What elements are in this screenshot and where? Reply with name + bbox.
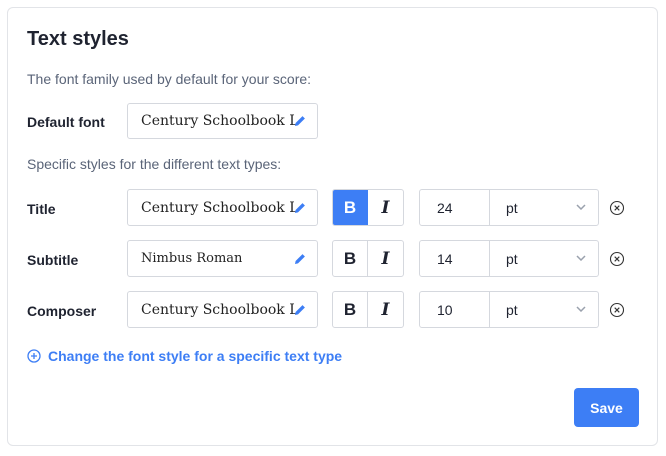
bold-italic-group: B I: [332, 189, 404, 226]
bold-toggle[interactable]: B: [333, 241, 369, 276]
bold-toggle[interactable]: B: [333, 292, 369, 327]
bold-italic-group: B I: [332, 240, 404, 277]
default-font-value: Century Schoolbook L: [141, 113, 299, 129]
remove-circle-icon[interactable]: [609, 302, 625, 318]
plus-circle-icon: [27, 349, 41, 363]
font-size-control: 14 pt: [419, 240, 599, 277]
unit-value: pt: [506, 301, 518, 318]
italic-toggle[interactable]: I: [368, 292, 403, 327]
font-size-control: 24 pt: [419, 189, 599, 226]
unit-select[interactable]: pt: [490, 190, 598, 225]
unit-value: pt: [506, 199, 518, 216]
row-label: Composer: [27, 303, 97, 319]
font-value: Century Schoolbook L: [141, 199, 299, 216]
chevron-down-icon: [576, 204, 586, 210]
font-size-control: 10 pt: [419, 291, 599, 328]
remove-circle-icon[interactable]: [609, 200, 625, 216]
change-font-style-label: Change the font style for a specific tex…: [48, 348, 343, 364]
default-font-picker[interactable]: Century Schoolbook L: [127, 103, 318, 139]
font-picker[interactable]: Nimbus Roman: [127, 240, 318, 277]
italic-toggle[interactable]: I: [368, 241, 403, 276]
row-label: Subtitle: [27, 252, 79, 268]
row-label: Title: [27, 201, 56, 217]
font-size-input[interactable]: 24: [420, 190, 490, 225]
chevron-down-icon: [576, 306, 586, 312]
pencil-icon[interactable]: [293, 252, 307, 266]
pencil-icon[interactable]: [293, 201, 307, 215]
bold-toggle[interactable]: B: [333, 190, 369, 225]
chevron-down-icon: [576, 255, 586, 261]
page-title: Text styles: [27, 28, 129, 50]
change-font-style-link[interactable]: Change the font style for a specific tex…: [27, 348, 342, 364]
default-font-label: Default font: [27, 114, 105, 130]
font-size-input[interactable]: 14: [420, 241, 490, 276]
specific-styles-description: Specific styles for the different text t…: [27, 156, 282, 172]
font-value: Century Schoolbook L: [141, 301, 299, 318]
bold-italic-group: B I: [332, 291, 404, 328]
unit-select[interactable]: pt: [490, 292, 598, 327]
font-value: Nimbus Roman: [141, 251, 243, 266]
font-picker[interactable]: Century Schoolbook L: [127, 189, 318, 226]
pencil-icon[interactable]: [293, 303, 307, 317]
unit-select[interactable]: pt: [490, 241, 598, 276]
remove-circle-icon[interactable]: [609, 251, 625, 267]
font-picker[interactable]: Century Schoolbook L: [127, 291, 318, 328]
default-font-description: The font family used by default for your…: [27, 71, 312, 87]
font-size-input[interactable]: 10: [420, 292, 490, 327]
save-button[interactable]: Save: [574, 388, 639, 427]
unit-value: pt: [506, 250, 518, 267]
italic-toggle[interactable]: I: [368, 190, 403, 225]
pencil-icon[interactable]: [293, 114, 307, 128]
